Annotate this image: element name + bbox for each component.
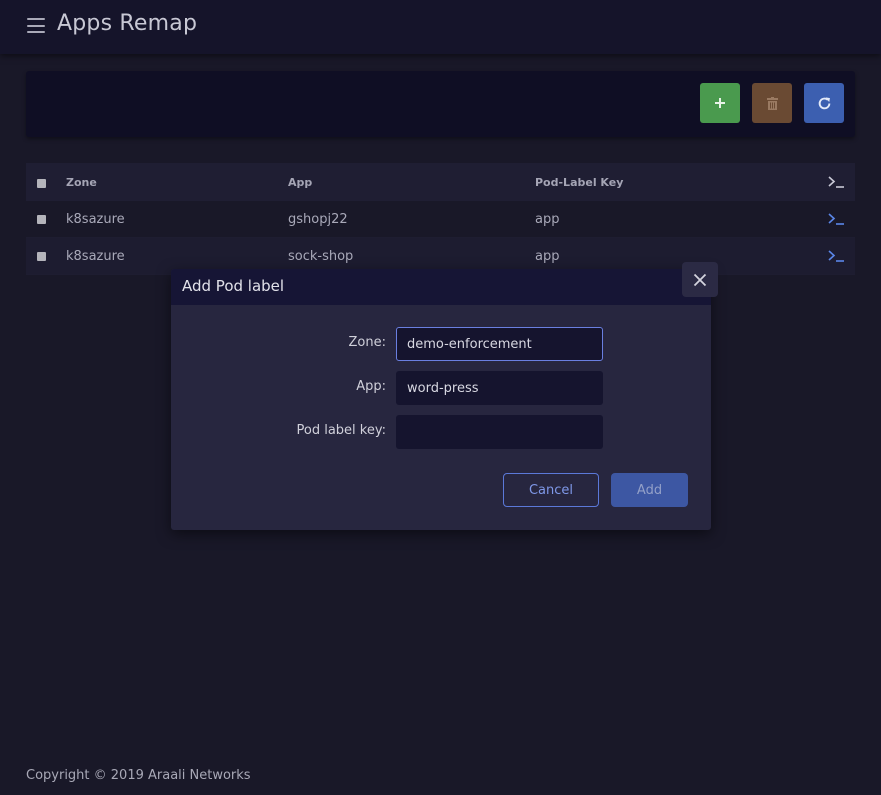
trash-icon — [766, 96, 778, 110]
row-checkbox[interactable] — [37, 251, 46, 261]
cell-zone: k8sazure — [66, 248, 125, 264]
column-header-app[interactable]: App — [288, 163, 312, 201]
dialog-title: Add Pod label — [182, 277, 285, 295]
cell-app: gshopj22 — [288, 211, 348, 227]
terminal-icon — [828, 176, 844, 188]
zone-label: Zone: — [348, 335, 386, 350]
column-header-zone[interactable]: Zone — [66, 163, 97, 201]
cell-zone: k8sazure — [66, 211, 125, 227]
footer-copyright: Copyright © 2019 Araali Networks — [26, 768, 251, 783]
select-all-checkbox[interactable] — [37, 178, 46, 188]
add-button[interactable] — [700, 83, 740, 123]
toolbar — [26, 71, 855, 137]
pod-label-key-label: Pod label key: — [296, 423, 386, 438]
refresh-button[interactable] — [804, 83, 844, 123]
add-pod-label-dialog: Add Pod label Zone: App: Pod label key: … — [171, 269, 711, 530]
zone-input[interactable] — [396, 327, 603, 361]
apps-table: Zone App Pod-Label Key k8sazure gshopj22… — [26, 163, 855, 275]
plus-icon — [715, 98, 725, 108]
table-row[interactable]: k8sazure gshopj22 app — [26, 201, 855, 238]
page-title: Apps Remap — [57, 11, 198, 36]
cancel-button[interactable]: Cancel — [503, 473, 599, 507]
column-header-pod-label-key[interactable]: Pod-Label Key — [535, 163, 623, 201]
close-button[interactable] — [682, 262, 718, 297]
terminal-icon[interactable] — [828, 250, 845, 262]
close-icon — [693, 273, 707, 286]
app-label: App: — [356, 379, 386, 394]
dialog-header: Add Pod label — [171, 269, 711, 305]
add-button[interactable]: Add — [611, 473, 688, 507]
app-input[interactable] — [396, 371, 603, 405]
menu-icon[interactable] — [27, 18, 45, 33]
refresh-icon — [818, 96, 830, 109]
table-header: Zone App Pod-Label Key — [26, 163, 855, 201]
terminal-icon[interactable] — [828, 213, 845, 225]
cell-pod-label-key: app — [535, 211, 560, 227]
row-checkbox[interactable] — [37, 214, 46, 224]
pod-label-key-input[interactable] — [396, 415, 603, 449]
top-bar: Apps Remap — [0, 0, 881, 54]
delete-button[interactable] — [752, 83, 792, 123]
